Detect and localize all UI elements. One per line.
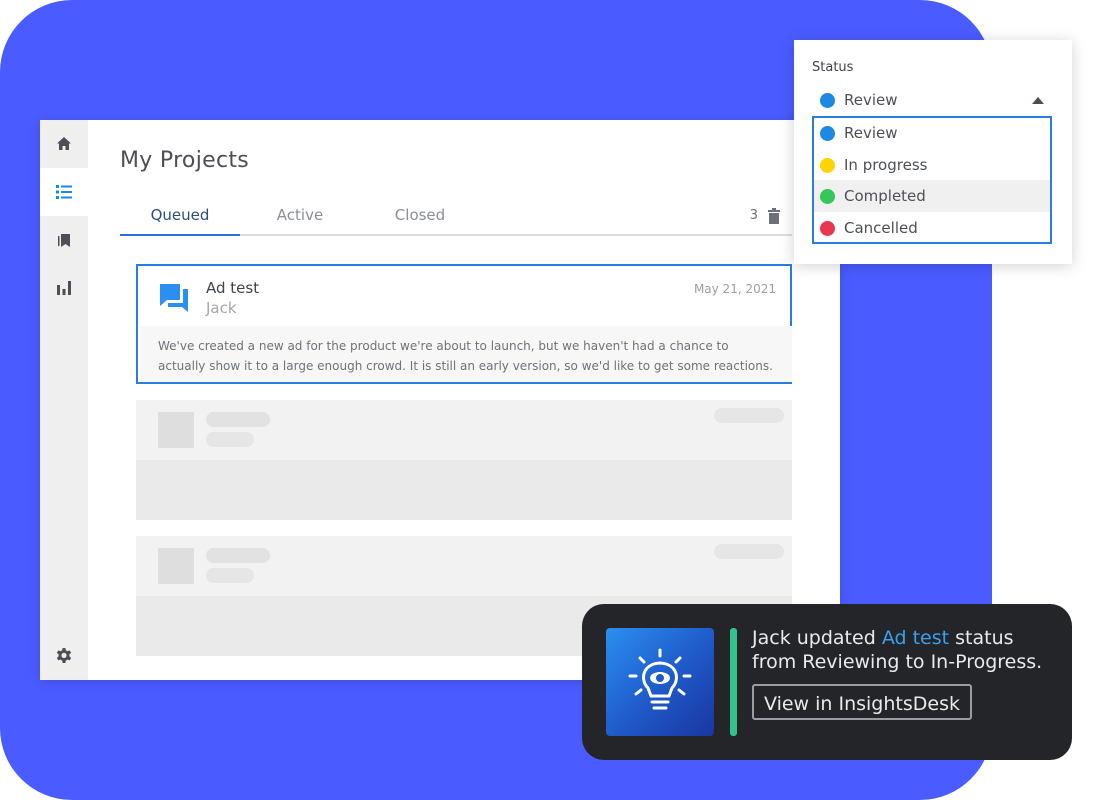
- sidebar-item-projects[interactable]: [40, 168, 88, 216]
- option-label: Cancelled: [844, 219, 918, 237]
- bar-chart-icon: [57, 281, 71, 295]
- skeleton-avatar: [158, 412, 194, 448]
- placeholder-card: [136, 400, 792, 520]
- skeleton-line: [206, 432, 254, 447]
- dot-icon: [820, 158, 835, 173]
- page-title: My Projects: [120, 148, 250, 173]
- status-select[interactable]: Review: [812, 86, 1052, 114]
- trash-icon[interactable]: [768, 208, 780, 224]
- skeleton-line: [206, 568, 254, 583]
- view-in-insightsdesk-button[interactable]: View in InsightsDesk: [752, 684, 972, 720]
- dot-icon: [820, 221, 835, 236]
- notification-verb: updated: [796, 627, 876, 649]
- project-description-box: We've created a new ad for the product w…: [140, 326, 792, 382]
- dot-icon: [820, 189, 835, 204]
- bookmarks-icon: [58, 234, 70, 247]
- option-label: In progress: [844, 156, 928, 174]
- project-card[interactable]: Ad test Jack May 21, 2021 We've created …: [136, 264, 792, 384]
- skeleton-line: [206, 548, 270, 563]
- skeleton-line: [714, 408, 784, 423]
- status-option-in-progress[interactable]: In progress: [814, 150, 1050, 182]
- status-dropdown-panel: Status Review Review In progress Complet…: [794, 40, 1072, 264]
- status-option-completed[interactable]: Completed: [814, 180, 1050, 212]
- dot-icon: [820, 126, 835, 141]
- sidebar-item-analytics[interactable]: [40, 264, 88, 312]
- skeleton-avatar: [158, 548, 194, 584]
- status-label: Status: [812, 60, 854, 75]
- tab-closed[interactable]: Closed: [360, 206, 480, 224]
- project-date: May 21, 2021: [693, 282, 776, 296]
- tab-bar: Queued Active Closed 3: [120, 200, 792, 236]
- status-options-list: Review In progress Completed Cancelled: [812, 116, 1052, 244]
- accent-bar: [730, 628, 737, 736]
- app-window: My Projects Queued Active Closed 3 Ad te…: [40, 120, 840, 680]
- notification-project-link[interactable]: Ad test: [882, 627, 949, 649]
- status-selected-value: Review: [844, 91, 898, 109]
- sidebar-item-bookmarks[interactable]: [40, 216, 88, 264]
- caret-up-icon: [1032, 97, 1044, 104]
- home-icon: [57, 137, 71, 150]
- notification-message: Jack updated Ad test status from Reviewi…: [752, 626, 1062, 674]
- sidebar-item-settings[interactable]: [40, 632, 88, 680]
- project-description: We've created a new ad for the product w…: [158, 339, 773, 373]
- status-option-cancelled[interactable]: Cancelled: [814, 212, 1050, 244]
- lightbulb-icon: [628, 648, 692, 710]
- status-dot-icon: [820, 93, 835, 108]
- sidebar: [40, 120, 88, 680]
- option-label: Completed: [844, 187, 926, 205]
- sidebar-item-home[interactable]: [40, 120, 88, 168]
- skeleton-body: [136, 460, 792, 520]
- status-option-review[interactable]: Review: [814, 118, 1050, 150]
- tab-active[interactable]: Active: [240, 206, 360, 224]
- option-label: Review: [844, 124, 898, 142]
- settings-icon: [56, 648, 72, 663]
- project-name: Ad test: [206, 279, 260, 297]
- notification-actor: Jack: [752, 627, 791, 649]
- skeleton-line: [206, 412, 270, 427]
- item-count: 3: [749, 208, 758, 223]
- insightsdesk-logo: [606, 628, 714, 736]
- skeleton-line: [714, 544, 784, 559]
- tab-queued[interactable]: Queued: [120, 206, 240, 224]
- chat-icon: [160, 284, 188, 312]
- active-tab-indicator: [120, 234, 240, 236]
- notification-toast: Jack updated Ad test status from Reviewi…: [582, 604, 1072, 760]
- project-author: Jack: [206, 299, 237, 317]
- list-icon: [56, 185, 72, 199]
